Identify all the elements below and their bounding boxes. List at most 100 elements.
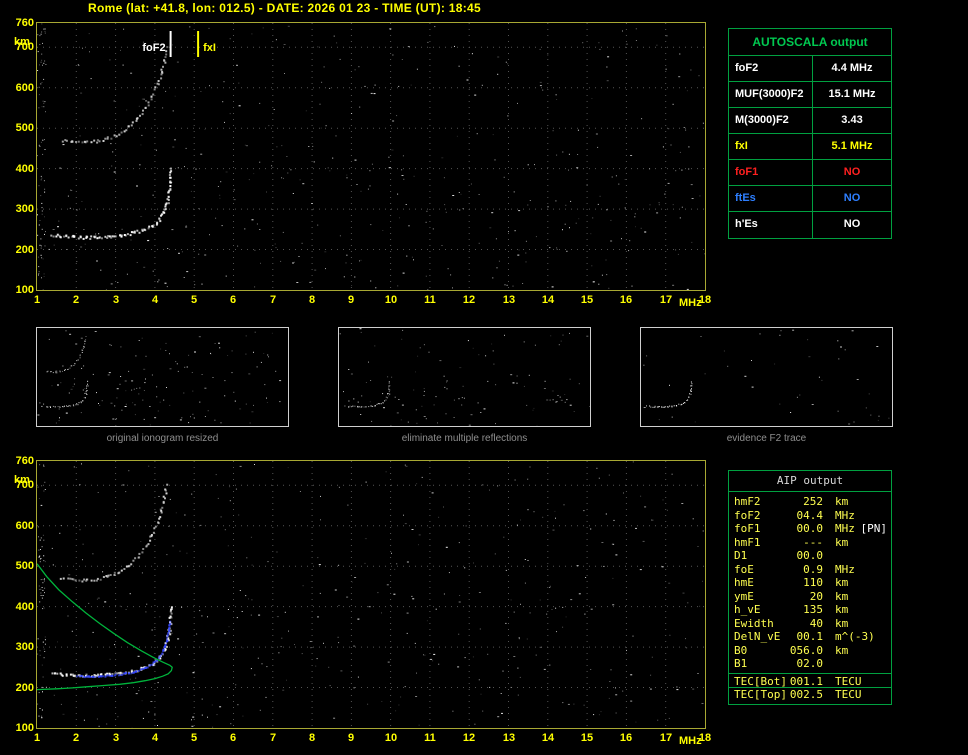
noise-dot	[72, 386, 74, 388]
noise-dot	[250, 614, 252, 616]
aip-parameter-label: D1	[734, 549, 748, 562]
noise-dot	[59, 167, 62, 169]
noise-dot	[40, 179, 42, 181]
noise-dot	[391, 149, 394, 151]
noise-dot	[516, 524, 518, 526]
noise-dot	[671, 473, 673, 475]
noise-dot	[69, 207, 71, 209]
trace-dot	[387, 393, 389, 394]
noise-dot	[704, 253, 705, 255]
noise-dot	[397, 193, 399, 195]
noise-dot	[80, 337, 83, 339]
noise-dot	[512, 382, 515, 384]
trace-dot	[150, 98, 153, 101]
trace-dot	[80, 674, 83, 677]
trace-dot	[97, 673, 99, 676]
noise-dot	[516, 375, 518, 377]
trace-dot	[161, 213, 164, 216]
noise-dot	[441, 157, 444, 159]
noise-dot	[43, 657, 45, 659]
trace-dot	[64, 405, 65, 407]
aip-parameter-unit: km	[835, 576, 849, 589]
trace-dot	[690, 389, 692, 391]
noise-dot	[328, 666, 330, 668]
noise-dot	[43, 102, 45, 104]
aip-parameter-value: 00.0	[796, 549, 824, 562]
noise-dot	[283, 177, 284, 179]
aip-table-title: AIP output	[729, 471, 891, 492]
trace-dot	[79, 236, 82, 239]
noise-dot	[39, 35, 41, 37]
trace-dot	[650, 406, 652, 408]
trace-dot	[149, 539, 152, 542]
aip-parameter-unit: km	[835, 616, 849, 630]
noise-dot	[38, 256, 39, 258]
noise-dot	[198, 253, 200, 255]
noise-dot	[340, 670, 343, 672]
noise-dot	[176, 363, 178, 365]
noise-dot	[37, 414, 40, 416]
aip-row: ymE 20 km	[729, 590, 891, 604]
noise-dot	[418, 724, 420, 726]
trace-dot	[67, 369, 68, 370]
noise-dot	[532, 409, 534, 411]
foF2-marker-label: foF2	[142, 42, 165, 54]
noise-dot	[110, 344, 112, 346]
noise-dot	[404, 464, 406, 466]
noise-dot	[413, 175, 415, 177]
noise-dot	[199, 401, 201, 403]
noise-dot	[195, 168, 197, 170]
noise-dot	[41, 207, 43, 209]
noise-dot	[192, 413, 194, 415]
noise-dot	[578, 383, 580, 385]
trace-dot	[372, 405, 374, 407]
noise-dot	[256, 366, 258, 368]
noise-dot	[201, 698, 203, 700]
trace-dot	[691, 383, 693, 385]
noise-dot	[135, 677, 137, 679]
noise-dot	[251, 411, 254, 413]
noise-dot	[282, 689, 285, 691]
noise-dot	[38, 224, 40, 226]
noise-dot	[878, 415, 880, 417]
noise-dot	[42, 139, 44, 141]
noise-dot	[140, 144, 142, 146]
noise-dot	[411, 595, 413, 597]
noise-dot	[120, 49, 121, 51]
trace-dot	[110, 137, 113, 140]
noise-dot	[83, 365, 85, 367]
noise-dot	[166, 554, 168, 556]
noise-dot	[209, 85, 210, 87]
noise-dot	[751, 360, 752, 361]
trace-dot	[85, 397, 86, 399]
noise-dot	[482, 484, 484, 486]
noise-dot	[37, 70, 39, 71]
noise-dot	[351, 581, 353, 583]
noise-dot	[613, 519, 615, 521]
noise-dot	[266, 191, 267, 193]
trace-dot	[65, 235, 68, 238]
noise-dot	[345, 262, 347, 264]
noise-dot	[411, 256, 413, 258]
noise-dot	[105, 289, 107, 290]
noise-dot	[141, 337, 143, 339]
noise-dot	[39, 558, 41, 560]
trace-dot	[69, 367, 71, 369]
noise-dot	[555, 517, 556, 519]
trace-dot	[113, 571, 116, 574]
noise-dot	[608, 474, 610, 476]
noise-dot	[610, 219, 612, 221]
noise-dot	[351, 285, 353, 286]
noise-dot	[42, 64, 43, 66]
noise-dot	[691, 241, 693, 243]
noise-dot	[598, 42, 600, 44]
noise-dot	[134, 414, 136, 416]
noise-dot	[320, 519, 321, 521]
trace-dot	[102, 140, 105, 142]
noise-dot	[367, 188, 369, 190]
noise-dot	[702, 530, 704, 532]
noise-dot	[83, 719, 85, 721]
noise-dot	[110, 402, 113, 404]
noise-dot	[438, 663, 440, 665]
noise-dot	[865, 407, 867, 409]
